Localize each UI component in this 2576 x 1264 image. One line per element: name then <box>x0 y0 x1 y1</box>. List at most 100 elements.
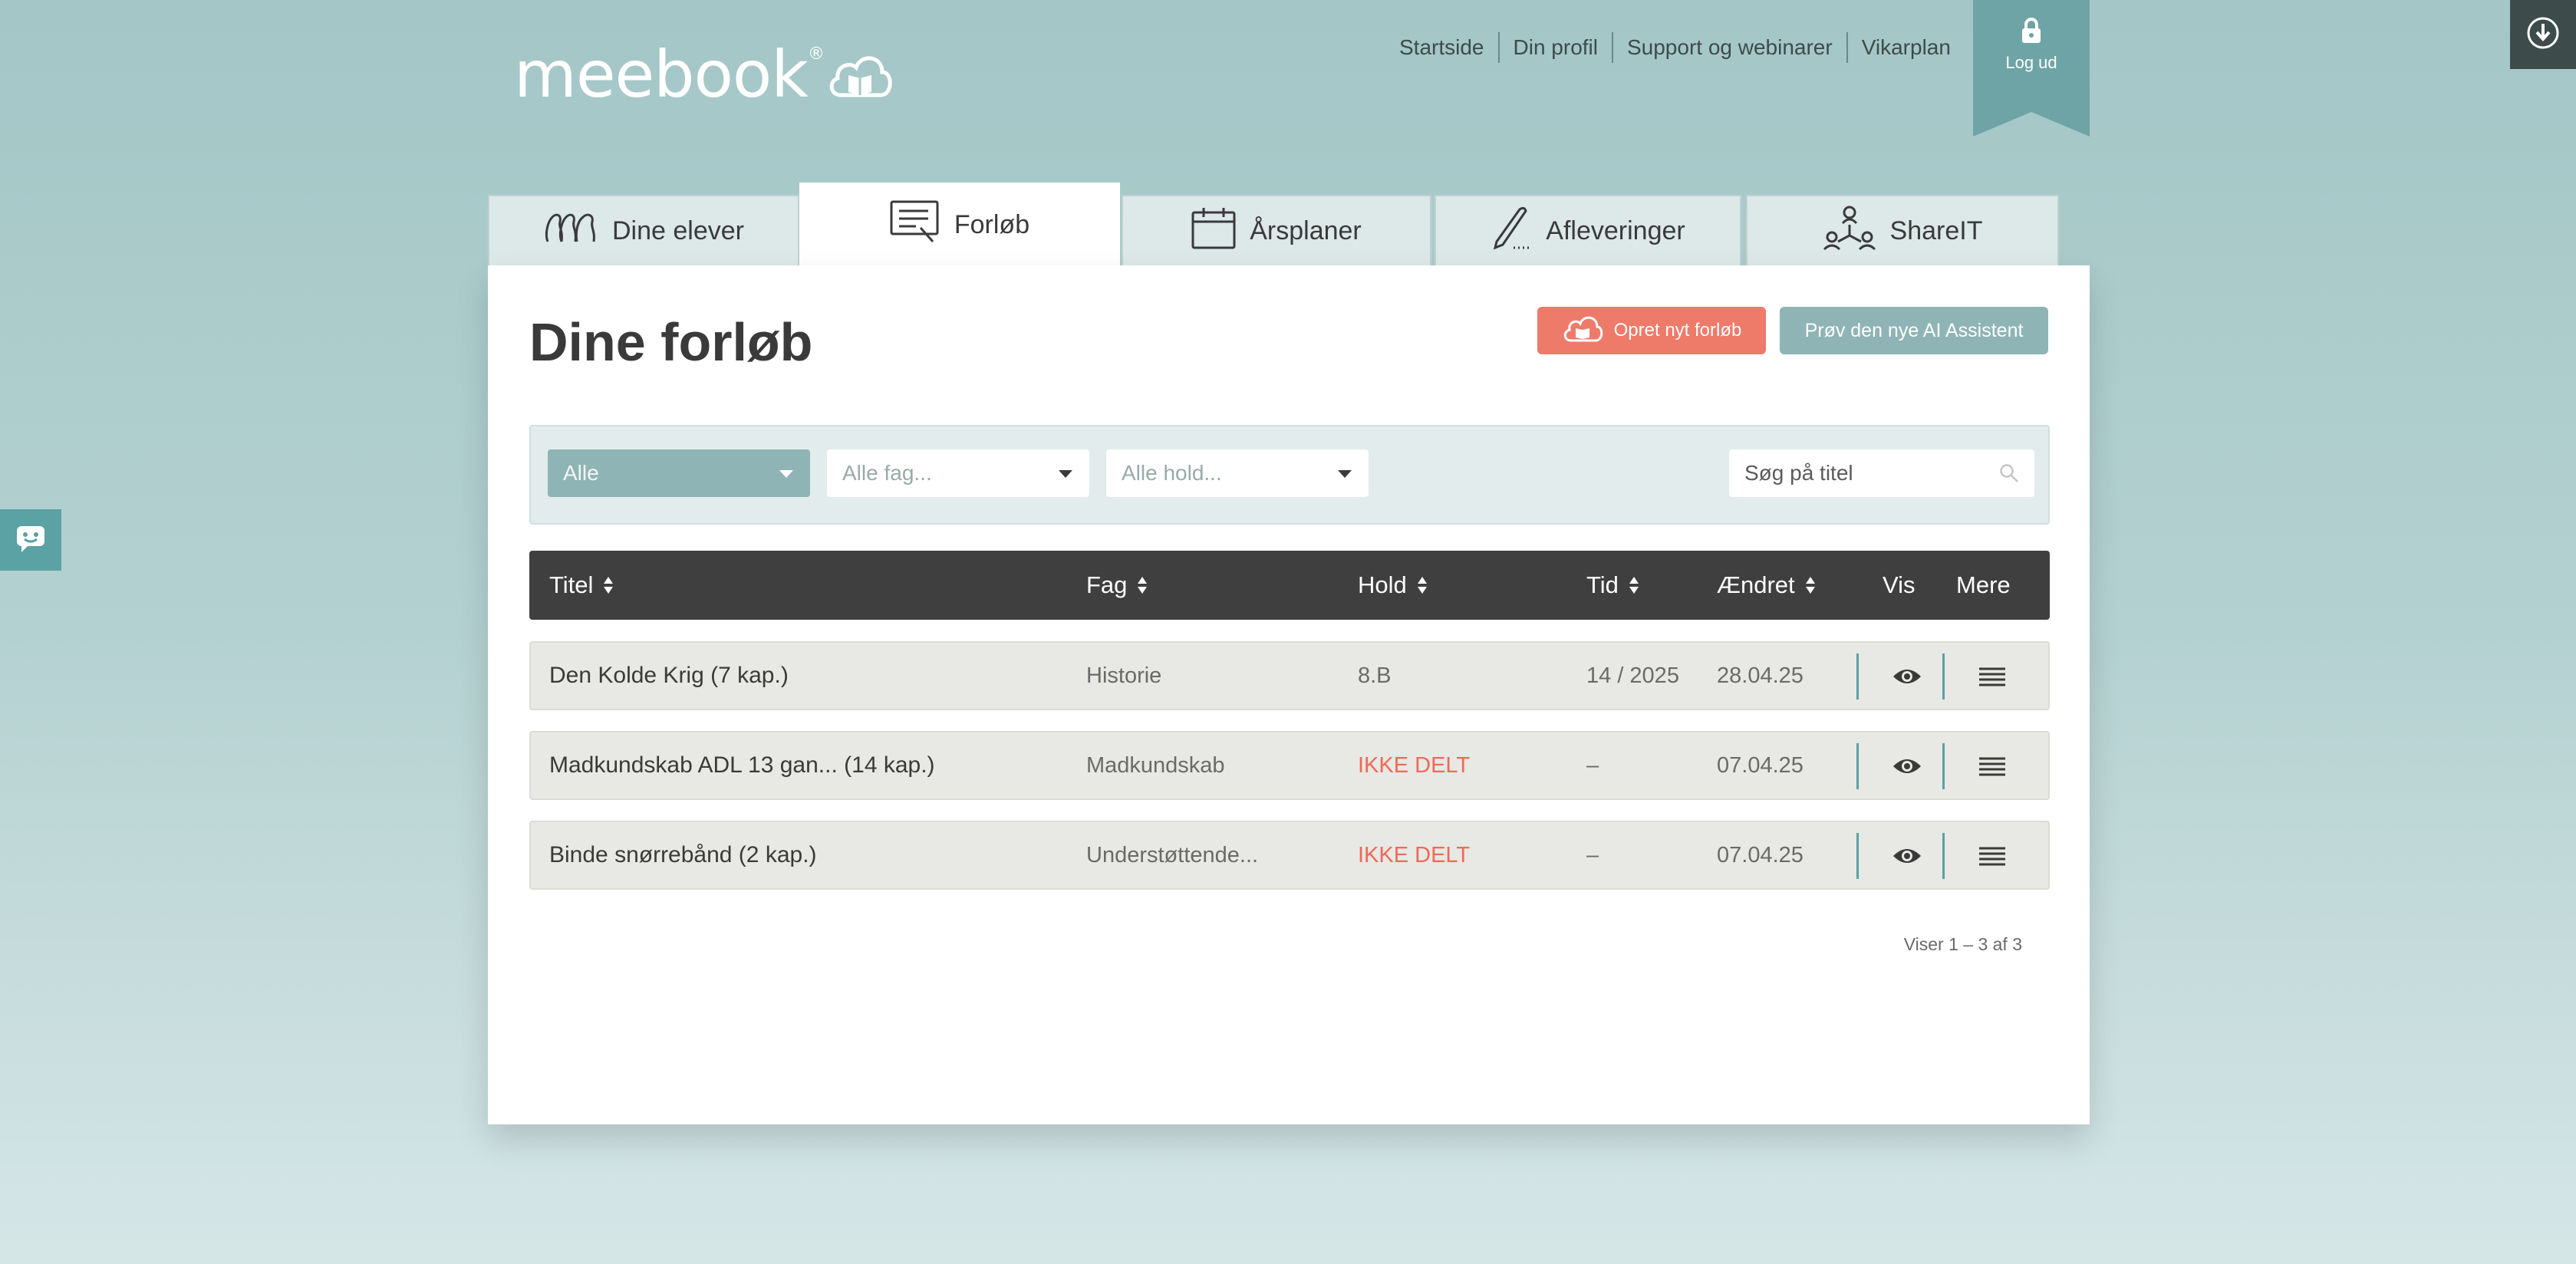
sort-by-class[interactable]: Hold <box>1358 551 1427 620</box>
tab-label: Afleveringer <box>1546 216 1685 245</box>
lock-icon <box>1973 17 2090 48</box>
tab-label: Årsplaner <box>1250 216 1362 245</box>
chevron-down-icon <box>1338 470 1352 478</box>
divider <box>1856 743 1859 789</box>
type-filter-select[interactable]: Alle <box>548 449 810 497</box>
menu-icon[interactable] <box>1978 661 2007 698</box>
row-changed: 07.04.25 <box>1717 752 1804 778</box>
tab-aarsplaner[interactable]: Årsplaner <box>1122 195 1431 265</box>
nav-din-profil[interactable]: Din profil <box>1497 32 1612 63</box>
tab-label: ShareIT <box>1889 216 1983 245</box>
filter-bar: Alle Alle fag... Alle hold... Søg på tit… <box>529 425 2050 525</box>
search-input[interactable]: Søg på titel <box>1729 449 2034 497</box>
table-row[interactable]: Binde snørrebånd (2 kap.) Understøttende… <box>529 821 2050 890</box>
nav-support[interactable]: Support og webinarer <box>1611 32 1846 63</box>
row-subject: Madkundskab <box>1086 752 1225 778</box>
divider <box>1856 653 1859 699</box>
row-title[interactable]: Den Kolde Krig (7 kap.) <box>549 643 789 709</box>
sort-by-changed[interactable]: Ændret <box>1717 551 1815 620</box>
download-icon <box>2526 16 2560 54</box>
cloud-book-icon <box>827 48 893 105</box>
row-changed: 28.04.25 <box>1717 663 1804 688</box>
header-view-label: Vis <box>1883 571 1916 598</box>
eye-icon[interactable] <box>1892 841 1922 877</box>
row-time: 14 / 2025 <box>1586 663 1679 688</box>
tab-dine-elever[interactable]: Dine elever <box>488 195 799 265</box>
create-course-button[interactable]: Opret nyt forløb <box>1537 307 1766 354</box>
logo-text: meebook® <box>514 37 825 112</box>
sort-by-title[interactable]: Titel <box>549 551 614 620</box>
row-class-not-shared: IKKE DELT <box>1358 752 1471 778</box>
divider <box>1942 743 1945 789</box>
row-changed: 07.04.25 <box>1717 842 1804 867</box>
header-class: Hold <box>1358 571 1407 598</box>
sort-icon <box>1629 575 1639 595</box>
row-subject: Understøttende... <box>1086 842 1259 867</box>
row-subject: Historie <box>1086 663 1162 688</box>
nav-vikarplan[interactable]: Vikarplan <box>1846 32 1965 63</box>
header-view: Vis <box>1883 551 1916 620</box>
divider <box>1942 833 1945 879</box>
nav-startside[interactable]: Startside <box>1388 32 1498 63</box>
tab-afleveringer[interactable]: Afleveringer <box>1435 195 1741 265</box>
row-title[interactable]: Binde snørrebånd (2 kap.) <box>549 822 817 888</box>
row-class: 8.B <box>1358 663 1392 688</box>
top-navigation: Startside Din profil Support og webinare… <box>1388 31 1965 64</box>
pen-icon <box>1491 205 1532 258</box>
sort-icon <box>1138 575 1148 595</box>
table-header: Titel Fag Hold Tid Ændret Vis Mere <box>529 551 2050 620</box>
sort-by-subject[interactable]: Fag <box>1086 551 1148 620</box>
tab-label: Dine elever <box>612 216 744 245</box>
menu-icon[interactable] <box>1978 841 2007 877</box>
sort-icon <box>604 575 614 595</box>
sort-by-time[interactable]: Tid <box>1586 551 1639 620</box>
sort-icon <box>1417 575 1427 595</box>
tab-shareit[interactable]: ShareIT <box>1746 195 2059 265</box>
download-button[interactable] <box>2510 0 2576 69</box>
main-panel: Dine forløb Opret nyt forløb Prøv den ny… <box>488 265 2090 1124</box>
chevron-down-icon <box>779 470 793 478</box>
type-filter-value: Alle <box>563 461 599 485</box>
eye-icon[interactable] <box>1892 751 1922 788</box>
sort-icon <box>1805 575 1815 595</box>
logout-button[interactable]: Log ud <box>1973 0 2090 137</box>
row-class-not-shared: IKKE DELT <box>1358 842 1471 867</box>
create-course-label: Opret nyt forløb <box>1613 320 1742 341</box>
tab-forloeb[interactable]: Forløb <box>799 183 1120 265</box>
row-time: – <box>1586 842 1599 867</box>
tab-label: Forløb <box>954 209 1030 239</box>
header-time: Tid <box>1586 571 1619 598</box>
chevron-down-icon <box>1059 470 1072 478</box>
header-subject: Fag <box>1086 571 1128 598</box>
table-row[interactable]: Den Kolde Krig (7 kap.) Historie 8.B 14 … <box>529 641 2050 710</box>
class-filter-select[interactable]: Alle hold... <box>1106 449 1369 497</box>
chat-widget-button[interactable] <box>0 509 61 571</box>
chat-bot-icon <box>14 523 48 558</box>
divider <box>1856 833 1859 879</box>
meebook-logo[interactable]: meebook® <box>514 37 893 112</box>
class-filter-placeholder: Alle hold... <box>1122 461 1222 485</box>
eye-icon[interactable] <box>1892 661 1922 698</box>
main-tabs: Dine elever Forløb Årsplaner Afleveringe… <box>488 183 2059 265</box>
divider <box>1942 653 1945 699</box>
ai-assistant-button[interactable]: Prøv den nye AI Assistent <box>1780 307 2048 354</box>
header-title: Titel <box>549 571 594 598</box>
share-network-icon <box>1823 205 1876 258</box>
header-changed: Ændret <box>1717 571 1795 598</box>
pagination-info: Viser 1 – 3 af 3 <box>1903 934 2022 954</box>
subject-filter-select[interactable]: Alle fag... <box>827 449 1089 497</box>
search-icon <box>1999 463 2019 489</box>
row-time: – <box>1586 752 1599 778</box>
header-more: Mere <box>1956 551 2011 620</box>
row-title[interactable]: Madkundskab ADL 13 gan... (14 kap.) <box>549 732 935 798</box>
header-more-label: Mere <box>1956 571 2011 598</box>
cloud-book-icon <box>1562 313 1603 349</box>
subject-filter-placeholder: Alle fag... <box>842 461 932 485</box>
menu-icon[interactable] <box>1978 751 2007 788</box>
logout-label: Log ud <box>2005 53 2057 72</box>
course-icon <box>890 200 940 250</box>
page-title: Dine forløb <box>529 312 813 372</box>
students-icon <box>543 211 598 252</box>
search-placeholder: Søg på titel <box>1744 461 1853 485</box>
table-row[interactable]: Madkundskab ADL 13 gan... (14 kap.) Madk… <box>529 731 2050 800</box>
